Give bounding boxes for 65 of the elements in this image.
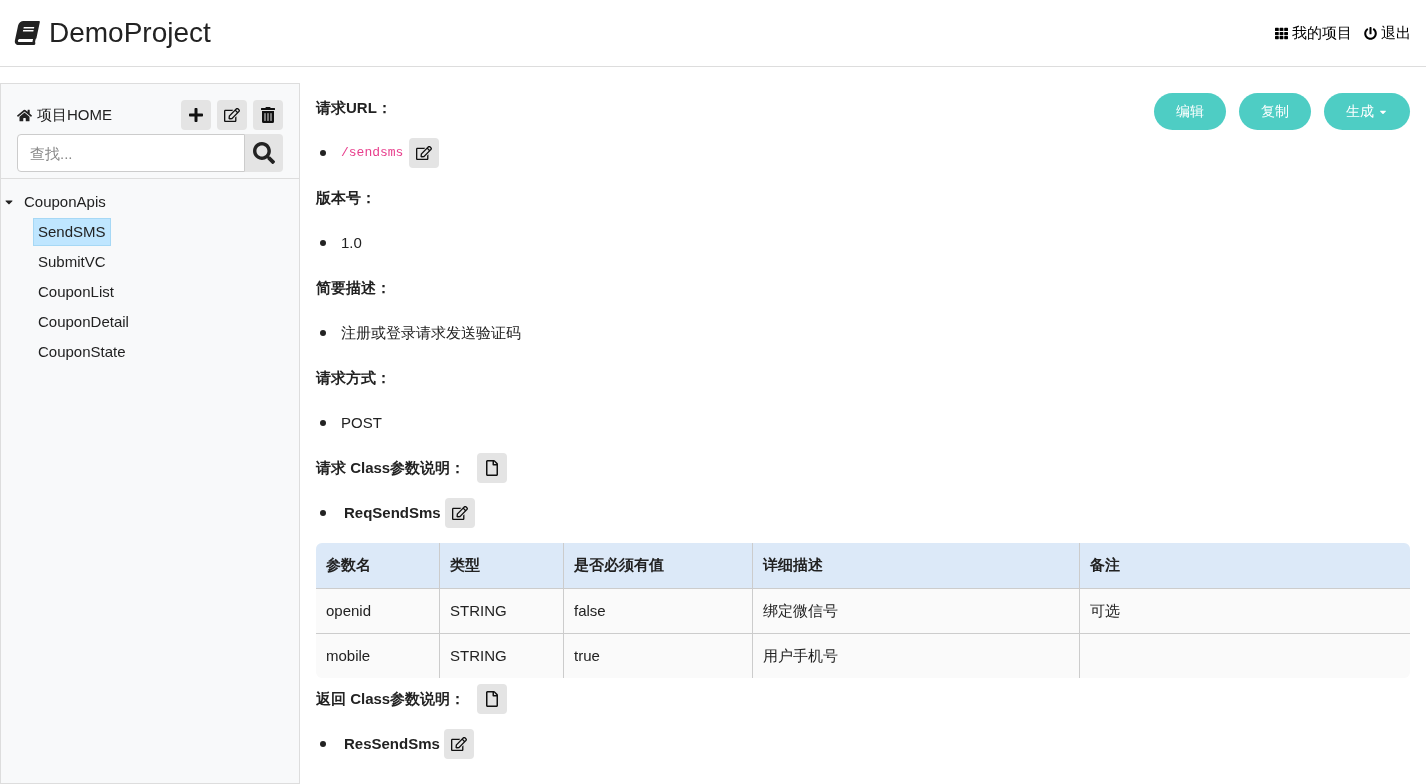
table-cell: mobile — [316, 634, 440, 678]
search-button[interactable] — [245, 134, 283, 172]
app-title: DemoProject — [49, 16, 211, 50]
table-cell: true — [564, 634, 753, 678]
tree-item[interactable]: CouponDetail — [33, 307, 134, 337]
power-icon — [1364, 26, 1377, 40]
search-field[interactable]: 查找... — [17, 134, 245, 172]
table-cell: STRING — [440, 589, 564, 633]
trash-icon — [260, 107, 276, 123]
table-cell: 用户手机号 — [753, 634, 1080, 678]
logout-link[interactable]: 退出 — [1364, 21, 1411, 45]
edit-button[interactable] — [443, 729, 474, 759]
section-heading: 版本号： — [316, 187, 376, 208]
section-heading: 请求 Class参数说明： — [316, 457, 466, 478]
bullet-icon — [320, 741, 326, 747]
column-header: 类型 — [440, 543, 564, 588]
edit-button[interactable] — [444, 498, 475, 528]
edit-button[interactable] — [217, 100, 247, 130]
table-cell: STRING — [440, 634, 564, 678]
delete-button[interactable] — [253, 100, 283, 130]
document-icon — [484, 460, 501, 476]
book-icon — [12, 21, 42, 45]
field-value: 1.0 — [341, 232, 362, 253]
field-value: POST — [341, 412, 382, 433]
projects-link[interactable]: 我的项目 — [1275, 21, 1352, 45]
edit-icon — [416, 145, 433, 161]
document-button[interactable] — [477, 453, 508, 483]
tree-item[interactable]: SendSMS — [33, 217, 111, 247]
home-label[interactable]: 项目HOME — [37, 103, 112, 127]
edit-icon — [224, 107, 240, 123]
bullet-icon — [320, 150, 326, 156]
class-name: ResSendSms — [344, 733, 440, 754]
tree-item[interactable]: CouponList — [33, 277, 119, 307]
tree-item[interactable]: CouponState — [33, 337, 131, 367]
edit-icon — [451, 505, 468, 521]
section-heading: 请求方式： — [316, 367, 391, 388]
add-button[interactable] — [181, 100, 211, 130]
bullet-icon — [320, 240, 326, 246]
search-icon — [253, 142, 275, 164]
tree-item[interactable]: SubmitVC — [33, 247, 111, 277]
table-cell: 绑定微信号 — [753, 589, 1080, 633]
document-icon — [484, 691, 501, 707]
plus-icon — [188, 107, 204, 123]
column-header: 是否必须有值 — [564, 543, 753, 588]
home-icon — [17, 107, 32, 123]
section-heading: 简要描述： — [316, 277, 391, 298]
section-heading: 请求URL： — [316, 97, 392, 118]
bullet-icon — [320, 420, 326, 426]
edit-icon — [450, 736, 467, 752]
class-name: ReqSendSms — [344, 502, 441, 523]
url-code: /sendsms — [341, 144, 404, 163]
column-header: 备注 — [1089, 555, 1121, 576]
column-header: 详细描述 — [753, 543, 1080, 588]
table-cell: false — [564, 589, 753, 633]
table-cell: openid — [316, 589, 440, 633]
bullet-icon — [320, 330, 326, 336]
edit-button[interactable] — [409, 138, 440, 168]
field-value: 注册或登录请求发送验证码 — [341, 322, 521, 343]
document-button[interactable] — [477, 684, 508, 714]
grid-icon — [1275, 26, 1288, 40]
table-cell-text: 可选 — [1089, 600, 1121, 621]
tree-item[interactable]: CouponApis — [19, 187, 111, 217]
column-header: 参数名 — [316, 543, 440, 588]
section-heading: 返回 Class参数说明： — [316, 688, 466, 709]
bullet-icon — [320, 510, 326, 516]
